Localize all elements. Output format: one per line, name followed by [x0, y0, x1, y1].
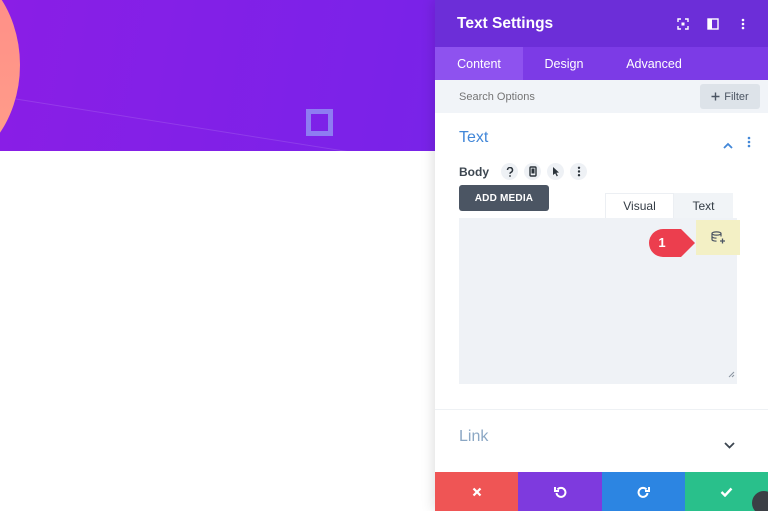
undo-button[interactable]: [518, 472, 602, 511]
chevron-down-icon[interactable]: [724, 434, 735, 453]
filter-label: Filter: [724, 90, 749, 103]
search-input[interactable]: [459, 90, 679, 103]
modal-header: Text Settings: [435, 0, 768, 47]
modal-title: Text Settings: [457, 14, 554, 32]
section-title-link[interactable]: Link: [459, 428, 488, 446]
filter-button[interactable]: Filter: [700, 84, 760, 109]
help-icon[interactable]: [501, 163, 518, 180]
cancel-button[interactable]: [435, 472, 518, 511]
redo-icon: [637, 486, 650, 498]
tab-content[interactable]: Content: [435, 47, 523, 80]
check-icon: [720, 487, 733, 497]
more-vertical-icon[interactable]: [570, 163, 587, 180]
resize-handle-icon[interactable]: [728, 363, 735, 382]
header-actions: [668, 9, 758, 39]
page: Text Settings Content Design Advanced Se…: [0, 0, 768, 511]
dynamic-content-button[interactable]: [696, 220, 740, 255]
close-icon: [472, 487, 481, 496]
settings-tabs: Content Design Advanced: [435, 47, 768, 80]
add-media-button[interactable]: ADD MEDIA: [459, 185, 549, 211]
more-vertical-icon[interactable]: [747, 133, 751, 152]
sidebar-icon[interactable]: [698, 9, 728, 39]
plus-icon: [711, 92, 720, 101]
section-title-text[interactable]: Text: [459, 129, 488, 147]
text-settings-modal: Text Settings Content Design Advanced Se…: [435, 0, 768, 511]
tab-design[interactable]: Design: [523, 47, 605, 80]
tab-visual[interactable]: Visual: [605, 193, 674, 218]
undo-icon: [553, 486, 566, 498]
redo-button[interactable]: [602, 472, 685, 511]
decorative-circle: [0, 0, 20, 151]
mobile-icon[interactable]: [524, 163, 541, 180]
cursor-icon[interactable]: [547, 163, 564, 180]
body-field-row: Body: [459, 163, 587, 180]
decorative-square: [306, 109, 333, 136]
decorative-line: [0, 96, 494, 151]
expand-icon[interactable]: [668, 9, 698, 39]
editor-mode-tabs: Visual Text: [605, 193, 733, 218]
chevron-up-icon[interactable]: [723, 134, 733, 153]
body-label: Body: [459, 164, 489, 179]
modal-footer: [435, 472, 768, 511]
tab-advanced[interactable]: Advanced: [605, 47, 703, 80]
page-settings-badge[interactable]: [752, 491, 768, 511]
dynamic-content-icon: [710, 231, 725, 244]
link-section[interactable]: Link: [435, 412, 768, 468]
search-bar: Filter: [435, 80, 768, 113]
callout-number: 1: [658, 234, 666, 250]
more-vertical-icon[interactable]: [728, 9, 758, 39]
tab-text[interactable]: Text: [674, 193, 733, 218]
